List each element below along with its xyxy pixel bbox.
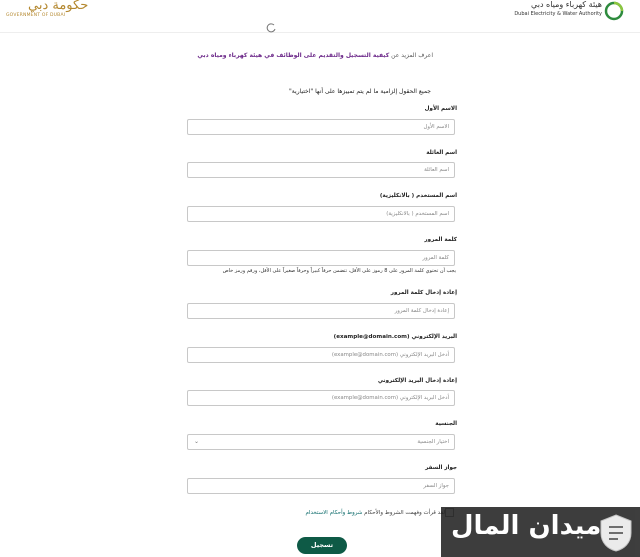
username-input[interactable]: اسم المستخدم ( بالانكليزية) [187, 206, 455, 222]
dewa-logo[interactable]: هيئة كهرباء ومياه دبي Dubai Electricity … [510, 0, 624, 26]
dewa-logo-english: Dubai Electricity & Water Authority [514, 11, 602, 17]
passport-label: جواز السفر [425, 465, 457, 471]
passport-input[interactable]: جواز السفر [187, 478, 455, 494]
email-label: البريد الإلكتروني (example@domain.com) [333, 334, 457, 340]
last-name-input[interactable]: اسم العائلة [187, 162, 455, 178]
first-name-input[interactable]: الاسم الأول [187, 119, 455, 135]
nationality-select[interactable]: اختيار الجنسية ⌄ [187, 434, 455, 450]
terms-text: لقد قرأت وفهمت الشروط والأحكام شروط وأحك… [306, 510, 445, 516]
required-fields-note: جميع الحقول إلزامية ما لم يتم تمييزها عل… [289, 88, 431, 95]
terms-prefix: لقد قرأت وفهمت الشروط والأحكام [362, 510, 445, 516]
government-of-dubai-logo[interactable]: حكومة دبي GOVERNMENT OF DUBAI [6, 0, 88, 22]
watermark-shield-icon [598, 513, 634, 553]
dewa-emblem-icon [604, 0, 624, 28]
email-confirm-label: إعادة إدخال البريد الإلكتروني [377, 378, 457, 384]
nationality-selected-value: اختيار الجنسية [417, 439, 449, 445]
loading-spinner-icon [266, 18, 276, 37]
email-input[interactable]: أدخل البريد الإلكتروني (example@domain.c… [187, 347, 455, 363]
last-name-label: اسم العائلة [426, 150, 457, 156]
top-header: حكومة دبي GOVERNMENT OF DUBAI هيئة كهربا… [0, 0, 640, 33]
learn-more-prefix: اعرف المزيد عن [389, 52, 433, 59]
password-input[interactable]: كلمة المرور [187, 250, 455, 266]
password-hint: يجب أن تحتوي كلمة المرور على 8 رموز على … [222, 268, 456, 274]
password-label: كلمة المرور [424, 237, 457, 243]
learn-more-text: اعرف المزيد عن كيفية التسجيل والتقديم عل… [197, 52, 433, 59]
gov-logo-text: GOVERNMENT OF DUBAI [6, 13, 66, 18]
username-label: اسم المستخدم ( بالانكليزية) [379, 193, 457, 199]
chevron-down-icon: ⌄ [194, 438, 200, 445]
watermark-overlay: ميدان المال [441, 507, 640, 557]
gov-logo-script: حكومة دبي [28, 0, 89, 13]
learn-more-link[interactable]: كيفية التسجيل والتقديم على الوظائف في هي… [197, 52, 389, 59]
nationality-label: الجنسية [435, 421, 457, 427]
terms-link[interactable]: شروط وأحكام الاستخدام [306, 510, 363, 516]
first-name-label: الاسم الأول [424, 106, 457, 112]
dewa-logo-arabic: هيئة كهرباء ومياه دبي [531, 0, 602, 9]
watermark-text: ميدان المال [451, 511, 602, 541]
password-confirm-input[interactable]: إعادة إدخال كلمة المرور [187, 303, 455, 319]
password-confirm-label: إعادة إدخال كلمة المرور [390, 290, 457, 296]
register-button[interactable]: تسجيل [297, 537, 347, 554]
email-confirm-input[interactable]: أدخل البريد الإلكتروني (example@domain.c… [187, 390, 455, 406]
